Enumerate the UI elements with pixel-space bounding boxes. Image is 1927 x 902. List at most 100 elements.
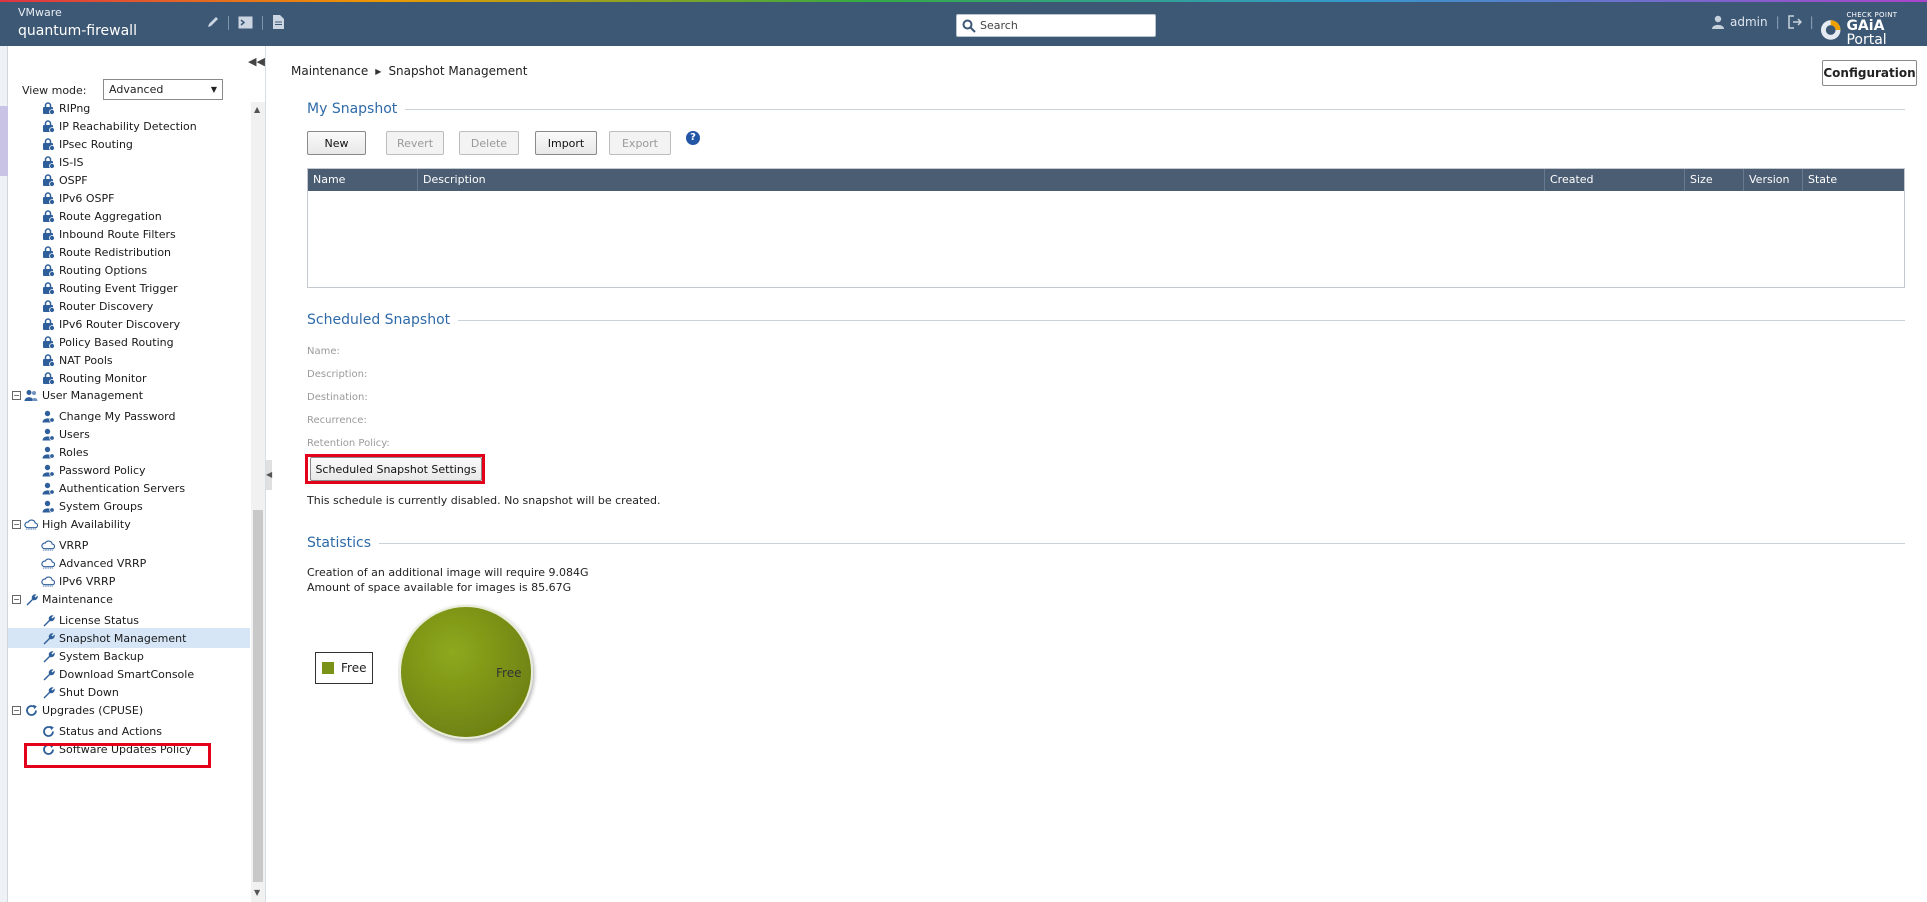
search-box[interactable] [956,14,1156,37]
terminal-icon[interactable] [237,14,253,30]
cloud-icon [41,574,55,588]
collapse-toggle-icon[interactable]: − [12,519,21,529]
wrench-icon [41,667,55,681]
column-state[interactable]: State [1803,169,1906,191]
nav-item-nat-pools[interactable]: NAT Pools [8,350,250,370]
nav-item-status-and-actions[interactable]: Status and Actions [8,721,250,741]
nav-item-ipv6-ospf[interactable]: IPv6 OSPF [8,188,250,208]
nav-item-routing-options[interactable]: Routing Options [8,260,250,280]
nav-item-ipv6-vrrp[interactable]: IPv6 VRRP [8,571,250,591]
nav-item-routing-event-trigger[interactable]: Routing Event Trigger [8,278,250,298]
collapse-toggle-icon[interactable]: − [12,390,21,400]
nav-item-label: Snapshot Management [59,631,187,645]
help-icon[interactable]: ? [686,131,700,145]
required-space-text: Creation of an additional image will req… [307,566,589,579]
nav-item-system-groups[interactable]: System Groups [8,496,250,516]
nav-item-label: Change My Password [59,409,176,423]
nav-item-label: OSPF [59,173,88,187]
nav-item-inbound-route-filters[interactable]: Inbound Route Filters [8,224,250,244]
username[interactable]: admin [1730,15,1768,29]
nav-item-ip-reachability-detection[interactable]: IP Reachability Detection [8,116,250,136]
left-strip-accent [0,106,8,176]
nav-item-shut-down[interactable]: Shut Down [8,682,250,702]
header-separator [262,16,263,30]
nav-group-high-availability[interactable]: − High Availability [8,514,250,534]
nav-item-change-my-password[interactable]: Change My Password [8,406,250,426]
nav-item-label: Policy Based Routing [59,335,174,349]
pencil-icon[interactable] [205,14,221,30]
double-chevron-left-icon[interactable]: ◀◀ [248,55,265,68]
lock-icon [41,353,55,367]
nav-item-advanced-vrrp[interactable]: Advanced VRRP [8,553,250,573]
new-button[interactable]: New [307,131,366,155]
nav-item-label: IPv6 OSPF [59,191,115,205]
nav-item-label: Password Policy [59,463,146,477]
user-separator: | [1775,15,1780,29]
nav-group-maintenance[interactable]: − Maintenance [8,589,250,609]
nav-item-router-discovery[interactable]: Router Discovery [8,296,250,316]
column-name[interactable]: Name [308,169,418,191]
nav-group-user-management[interactable]: − User Management [8,385,250,405]
nav-item-users[interactable]: Users [8,424,250,444]
nav-item-label: Routing Event Trigger [59,281,178,295]
users-icon [24,388,38,402]
table-header: Name Description Created Size Version St… [308,169,1904,191]
scrollbar-thumb[interactable] [253,510,263,882]
navigation-tree: RIPng IP Reachability Detection IPsec Rout… [8,102,250,902]
field-destination-label: Destination: [307,392,368,403]
revert-button[interactable]: Revert [386,131,444,155]
field-description-label: Description: [307,369,368,380]
export-button[interactable]: Export [609,131,671,155]
space-pie-chart: Free [398,604,538,744]
delete-button[interactable]: Delete [459,131,519,155]
nav-item-policy-based-routing[interactable]: Policy Based Routing [8,332,250,352]
column-created[interactable]: Created [1545,169,1685,191]
nav-item-vrrp[interactable]: VRRP [8,535,250,555]
lock-icon [41,173,55,187]
breadcrumb-current: Snapshot Management [388,64,528,78]
nav-item-label: System Groups [59,499,143,513]
search-input[interactable] [980,19,1150,32]
column-description[interactable]: Description [418,169,1545,191]
nav-item-ipv6-router-discovery[interactable]: IPv6 Router Discovery [8,314,250,334]
refresh-icon [41,724,55,738]
nav-item-label: High Availability [42,517,131,531]
nav-scrollbar[interactable]: ▲ ▼ [251,102,265,902]
nav-item-license-status[interactable]: License Status [8,610,250,630]
nav-item-label: IS-IS [59,155,84,169]
snapshot-table: Name Description Created Size Version St… [307,168,1905,288]
view-mode-select[interactable]: Advanced ▼ [103,79,223,100]
nav-item-label: Users [59,427,90,441]
nav-item-download-smartconsole[interactable]: Download SmartConsole [8,664,250,684]
nav-item-authentication-servers[interactable]: Authentication Servers [8,478,250,498]
nav-group-upgrades-cpuse[interactable]: − Upgrades (CPUSE) [8,700,250,720]
scroll-down-icon[interactable]: ▼ [254,888,260,897]
cloud-icon [41,556,55,570]
nav-item-system-backup[interactable]: System Backup [8,646,250,666]
nav-item-route-aggregation[interactable]: Route Aggregation [8,206,250,226]
nav-item-roles[interactable]: Roles [8,442,250,462]
nav-item-ipsec-routing[interactable]: IPsec Routing [8,134,250,154]
main-content: Maintenance ▶ Snapshot Management Config… [272,46,1927,902]
nav-item-snapshot-management[interactable]: Snapshot Management [8,628,250,648]
user-icon [41,445,55,459]
collapse-toggle-icon[interactable]: − [12,594,21,604]
nav-item-label: NAT Pools [59,353,113,367]
left-edge-strip [0,46,8,902]
breadcrumb-maintenance[interactable]: Maintenance [291,64,368,78]
nav-item-ospf[interactable]: OSPF [8,170,250,190]
user-separator: | [1809,15,1814,29]
user-icon [41,481,55,495]
column-version[interactable]: Version [1744,169,1803,191]
configuration-button[interactable]: Configuration [1822,60,1917,86]
import-button[interactable]: Import [535,131,597,155]
legend-label: Free [341,661,367,675]
nav-item-is-is[interactable]: IS-IS [8,152,250,172]
nav-item-password-policy[interactable]: Password Policy [8,460,250,480]
scroll-up-icon[interactable]: ▲ [254,105,260,114]
document-icon[interactable] [270,14,286,30]
nav-item-route-redistribution[interactable]: Route Redistribution [8,242,250,262]
logout-icon[interactable] [1787,15,1802,29]
collapse-toggle-icon[interactable]: − [12,705,21,715]
column-size[interactable]: Size [1685,169,1744,191]
